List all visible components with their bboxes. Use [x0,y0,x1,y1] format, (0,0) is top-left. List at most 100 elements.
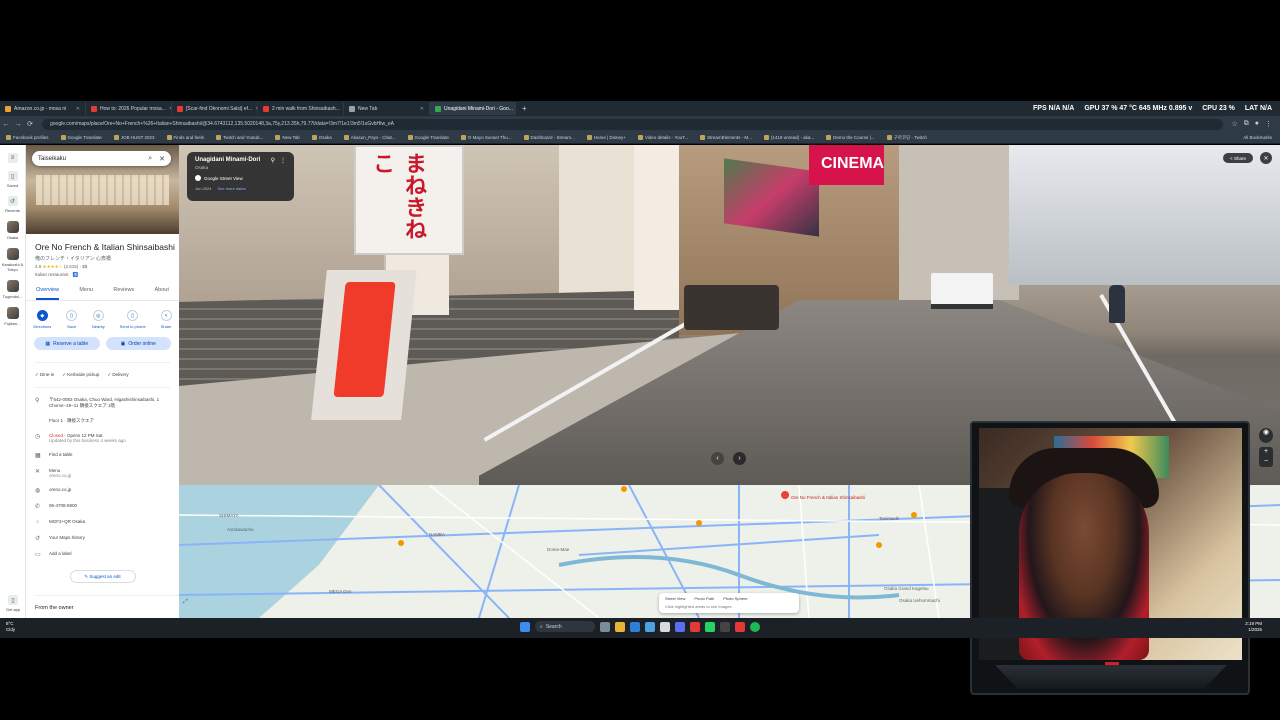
bookmark-item[interactable]: Google Translate [55,135,108,140]
plus-code-row[interactable]: ⁘ MGF2+QR Osaka [35,519,170,526]
find-table-row[interactable]: ▦ Find a table [35,452,170,459]
close-tab-icon[interactable]: ✕ [76,106,80,112]
windows-start-icon[interactable] [520,621,530,632]
reserve-table-button[interactable]: ▦ Reserve a table [34,337,100,350]
layer-street-view[interactable]: Street View [665,596,685,601]
task-view-icon[interactable] [600,621,610,632]
weather-widget[interactable]: 8°C Cldy [6,621,15,633]
bookmark-item[interactable]: Home | Disney+ [581,135,632,140]
location-pin-icon[interactable]: ⚲ [271,157,275,164]
order-online-button[interactable]: ▣ Order online [105,337,171,350]
bookmark-label: Home | Disney+ [593,135,626,140]
browser-tab[interactable]: Amazon.co.jp - mosa ni ✕ [0,102,86,115]
bookmark-item[interactable]: (1419 unread) - aka... [758,135,820,140]
menu-row[interactable]: ✕ Menu oreno.co.jp [35,468,170,478]
website-row[interactable]: ◍ oreno.co.jp [35,487,170,494]
share-button[interactable]: < Share [160,310,172,329]
bookmark-item[interactable]: New Tab [269,135,305,140]
tab-overview[interactable]: Overview [36,287,60,300]
bookmark-item[interactable]: JOB HUNT 2023 [108,135,161,140]
history-row[interactable]: ↺ Your Maps history [35,535,170,542]
all-bookmarks-button[interactable]: All Bookmarks [1237,135,1280,140]
bookmark-item[interactable]: Finds and feels [161,135,211,140]
address-row[interactable]: ⚲ 〒542-0083 Osaka, Chuo Ward, Higashishin… [35,387,170,409]
get-app-button[interactable]: ▯ Get app [0,595,26,612]
place-hero-photo[interactable]: Taiseikaku ⌕ ✕ [26,145,179,234]
url-field[interactable]: google.com/maps/place/Ore+No+French+%26+… [42,118,1224,130]
forward-icon[interactable]: → [12,121,24,128]
taskbar-search[interactable]: ⌕ Search [535,621,595,632]
whatsapp-icon[interactable] [705,621,715,632]
bookmark-item[interactable]: Osaka [306,135,338,140]
floor-row[interactable]: Floor 1 · 隣接スクエア [35,418,170,424]
browser-tab[interactable]: 2 min walk from Shinsaibash...✕ [258,102,344,115]
hours-row[interactable]: ◷ Closed · Opens 12 PM Sat Updated by this… [35,433,170,443]
search-input[interactable]: Taiseikaku ⌕ ✕ [32,151,171,166]
zoom-out-button[interactable]: − [1259,457,1273,467]
app-icon[interactable] [735,621,745,632]
nearby-button[interactable]: ◎ Nearby [92,310,105,329]
app-icon[interactable] [675,621,685,632]
youtube-icon[interactable] [690,621,700,632]
back-icon[interactable]: ← [0,121,12,128]
close-tab-icon[interactable]: ✕ [420,106,424,112]
rail-item-recent-place[interactable]: Tugeodsi... [0,280,25,299]
browser-tab[interactable]: How to: 2026 Popular mosa...✕ [86,102,172,115]
layer-photo-sphere[interactable]: Photo Sphere [723,596,747,601]
rail-item-recent-place[interactable]: Osaka [0,221,25,240]
bookmark-item[interactable]: Video details - YouT... [632,135,694,140]
tab-menu[interactable]: Menu [79,287,93,300]
bookmark-item[interactable]: Demo the Course |... [820,135,880,140]
close-street-view-button[interactable]: ✕ [1260,152,1272,164]
clear-search-icon[interactable]: ✕ [159,155,165,163]
bookmark-item[interactable]: Akasun_Pays - Chat... [338,135,402,140]
expand-map-icon[interactable]: ⤢ [183,599,188,606]
bookmark-item[interactable]: Dashboard - Stream... [518,135,581,140]
next-arrow-button[interactable]: › [733,452,746,465]
store-icon[interactable] [645,621,655,632]
save-button[interactable]: ▯ Save [66,310,78,329]
suggest-edit-button[interactable]: ✎ Suggest an edit [69,570,136,583]
label-row[interactable]: ▭ Add a label [35,551,170,558]
search-icon[interactable]: ⌕ [148,155,152,163]
bookmark-star-icon[interactable]: ☆ [1231,120,1237,128]
bookmark-item[interactable]: 구마코딩 - Twitch [881,135,933,141]
bookmark-item[interactable]: Facebook profiles [0,135,55,140]
file-explorer-icon[interactable] [615,621,625,632]
share-button[interactable]: < Share [1223,153,1253,163]
rail-item-recent-place[interactable]: Karakoshi & Tokyo [0,248,25,272]
chrome-icon[interactable] [660,621,670,632]
tab-reviews[interactable]: Reviews [113,287,134,300]
directions-button[interactable]: ◆ Directions [33,310,51,329]
previous-arrow-button[interactable]: ‹ [711,452,724,465]
reload-icon[interactable]: ⟳ [24,120,36,128]
obs-icon[interactable] [720,621,730,632]
bookmark-item[interactable]: O Mayo Sunset Thu... [455,135,518,140]
browser-tab[interactable]: [Scar-find Okonomi Salsi] ef...✕ [172,102,258,115]
new-tab-button[interactable]: + [516,104,533,113]
see-more-dates-link[interactable]: See more dates [217,186,245,191]
rail-item-recent-place[interactable]: Fujiken... [0,307,25,326]
compass-button[interactable]: ◉ [1259,428,1273,443]
place-rating[interactable]: 4.0 ★★★★☆ (2,615) · $$ [35,264,179,270]
spotify-icon[interactable] [750,621,760,632]
extensions-icon[interactable]: ⧉ [1244,120,1249,128]
menu-button[interactable]: ≡ [0,153,25,163]
system-clock[interactable]: 2:19 PM 1/2026 [1245,621,1262,633]
rail-item-recents[interactable]: ↺ Recents [0,196,25,213]
tab-about[interactable]: About [154,287,168,300]
zoom-in-button[interactable]: + [1259,447,1273,457]
edge-icon[interactable] [630,621,640,632]
bookmark-item[interactable]: StreamElements - M... [694,135,758,140]
bookmark-item[interactable]: Twitch and Youtub... [210,135,269,140]
send-to-phone-button[interactable]: ▯ Send to phone [120,310,146,329]
rail-item-saved[interactable]: ▯ Saved [0,171,25,188]
browser-tab-active[interactable]: Unagidani Minami-Dori - Goo...✕ [430,102,516,115]
bookmark-item[interactable]: Google Translate [402,135,455,140]
layer-photo-path[interactable]: Photo Path [694,596,714,601]
profile-icon[interactable]: ● [1255,120,1259,128]
phone-row[interactable]: ✆ 06-4708-5900 [35,503,170,510]
browser-tab[interactable]: New Tab ✕ [344,102,430,115]
menu-icon[interactable]: ⋮ [1265,120,1272,128]
more-options-icon[interactable]: ⋮ [280,157,286,164]
